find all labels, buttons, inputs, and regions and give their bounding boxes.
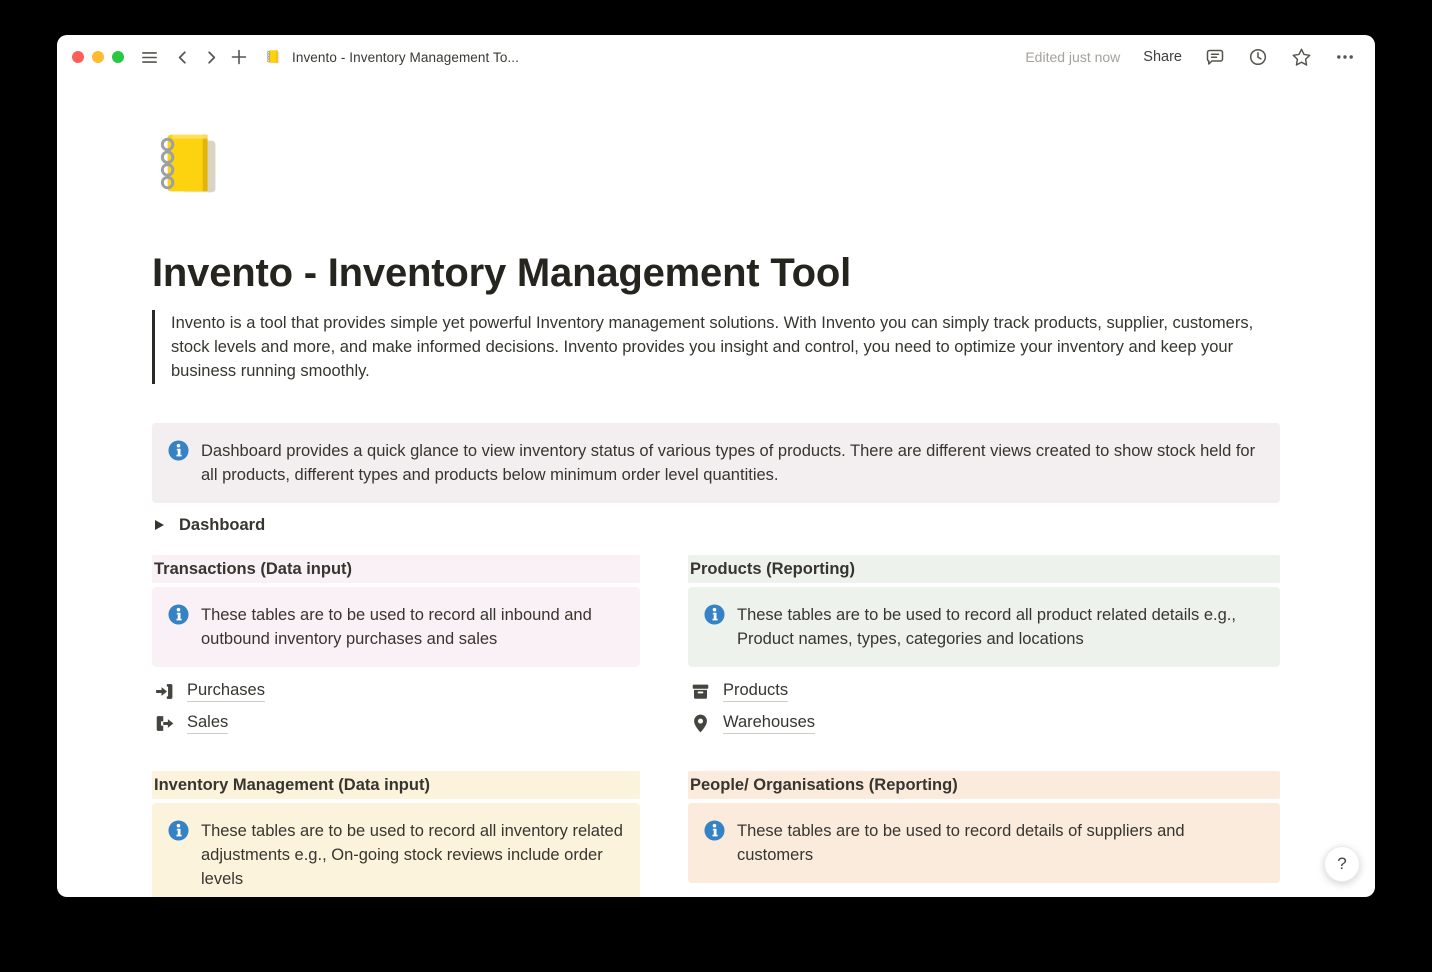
section-callout: These tables are to be used to record al… xyxy=(688,587,1280,667)
section-products: Products (Reporting) These tables are to… xyxy=(688,555,1280,739)
minimize-window-button[interactable] xyxy=(92,51,104,63)
titlebar: Invento - Inventory Management To... Edi… xyxy=(57,35,1375,79)
chevron-left-icon xyxy=(173,48,192,67)
location-pin-icon xyxy=(690,713,711,734)
traffic-lights xyxy=(72,51,124,63)
titlebar-actions: Edited just now Share xyxy=(1025,47,1355,68)
link-products[interactable]: Products xyxy=(688,675,1280,707)
link-purchases[interactable]: Purchases xyxy=(152,675,640,707)
section-heading: People/ Organisations (Reporting) xyxy=(688,771,1280,799)
sidebar-menu-button[interactable] xyxy=(140,48,159,67)
callout-text: Dashboard provides a quick glance to vie… xyxy=(201,439,1264,487)
callout-text: These tables are to be used to record al… xyxy=(201,603,624,651)
more-ellipsis-icon xyxy=(1335,47,1355,67)
comments-button[interactable] xyxy=(1205,47,1225,67)
info-icon xyxy=(704,604,725,625)
back-button[interactable] xyxy=(173,48,192,67)
new-tab-button[interactable] xyxy=(229,47,249,67)
link-label[interactable]: Warehouses xyxy=(723,713,815,734)
history-button[interactable] xyxy=(1248,47,1268,67)
toggle-label: Dashboard xyxy=(179,516,265,535)
info-icon xyxy=(704,820,725,841)
section-transactions: Transactions (Data input) These tables a… xyxy=(152,555,640,739)
current-tab[interactable]: Invento - Inventory Management To... xyxy=(265,48,519,66)
info-icon xyxy=(168,820,189,841)
edited-status: Edited just now xyxy=(1025,49,1120,65)
export-leave-icon xyxy=(154,713,175,734)
question-mark-icon: ? xyxy=(1337,854,1346,874)
page-content: Invento - Inventory Management Tool Inve… xyxy=(57,126,1280,897)
section-callout: These tables are to be used to record al… xyxy=(152,803,640,897)
page-title: Invento - Inventory Management Tool xyxy=(152,249,1280,297)
zoom-window-button[interactable] xyxy=(112,51,124,63)
favorite-star-icon xyxy=(1291,47,1312,68)
close-window-button[interactable] xyxy=(72,51,84,63)
favorite-button[interactable] xyxy=(1291,47,1312,68)
notebook-emoji-icon xyxy=(265,48,283,66)
section-heading: Transactions (Data input) xyxy=(152,555,640,583)
sections-grid: Transactions (Data input) These tables a… xyxy=(152,555,1280,897)
toggle-triangle-icon[interactable] xyxy=(155,520,164,530)
hamburger-menu-icon xyxy=(140,48,159,67)
comments-icon xyxy=(1205,47,1225,67)
link-label[interactable]: Purchases xyxy=(187,681,265,702)
archive-box-icon xyxy=(690,681,711,702)
help-button[interactable]: ? xyxy=(1324,846,1360,882)
section-heading: Inventory Management (Data input) xyxy=(152,771,640,799)
intro-quote: Invento is a tool that provides simple y… xyxy=(152,310,1280,384)
link-label[interactable]: Sales xyxy=(187,713,228,734)
section-people-organisations: People/ Organisations (Reporting) These … xyxy=(688,771,1280,897)
link-sales[interactable]: Sales xyxy=(152,707,640,739)
dashboard-info-callout: Dashboard provides a quick glance to vie… xyxy=(152,423,1280,503)
share-button[interactable]: Share xyxy=(1143,49,1182,65)
plus-icon xyxy=(229,47,249,67)
info-icon xyxy=(168,604,189,625)
dashboard-toggle[interactable]: Dashboard xyxy=(152,513,1280,537)
section-links: Products Warehouses xyxy=(688,675,1280,739)
callout-text: These tables are to be used to record de… xyxy=(737,819,1264,867)
forward-button[interactable] xyxy=(202,48,221,67)
chevron-right-icon xyxy=(202,48,221,67)
link-label[interactable]: Products xyxy=(723,681,788,702)
info-icon xyxy=(168,440,189,461)
page-ledger-notebook-icon[interactable] xyxy=(152,126,230,204)
section-callout: These tables are to be used to record de… xyxy=(688,803,1280,883)
tab-title: Invento - Inventory Management To... xyxy=(292,50,519,65)
section-callout: These tables are to be used to record al… xyxy=(152,587,640,667)
section-heading: Products (Reporting) xyxy=(688,555,1280,583)
section-links: Purchases Sales xyxy=(152,675,640,739)
app-window: Invento - Inventory Management To... Edi… xyxy=(57,35,1375,897)
history-clock-icon xyxy=(1248,47,1268,67)
section-inventory-management: Inventory Management (Data input) These … xyxy=(152,771,640,897)
more-options-button[interactable] xyxy=(1335,47,1355,67)
link-warehouses[interactable]: Warehouses xyxy=(688,707,1280,739)
callout-text: These tables are to be used to record al… xyxy=(737,603,1264,651)
callout-text: These tables are to be used to record al… xyxy=(201,819,624,891)
import-enter-icon xyxy=(154,681,175,702)
